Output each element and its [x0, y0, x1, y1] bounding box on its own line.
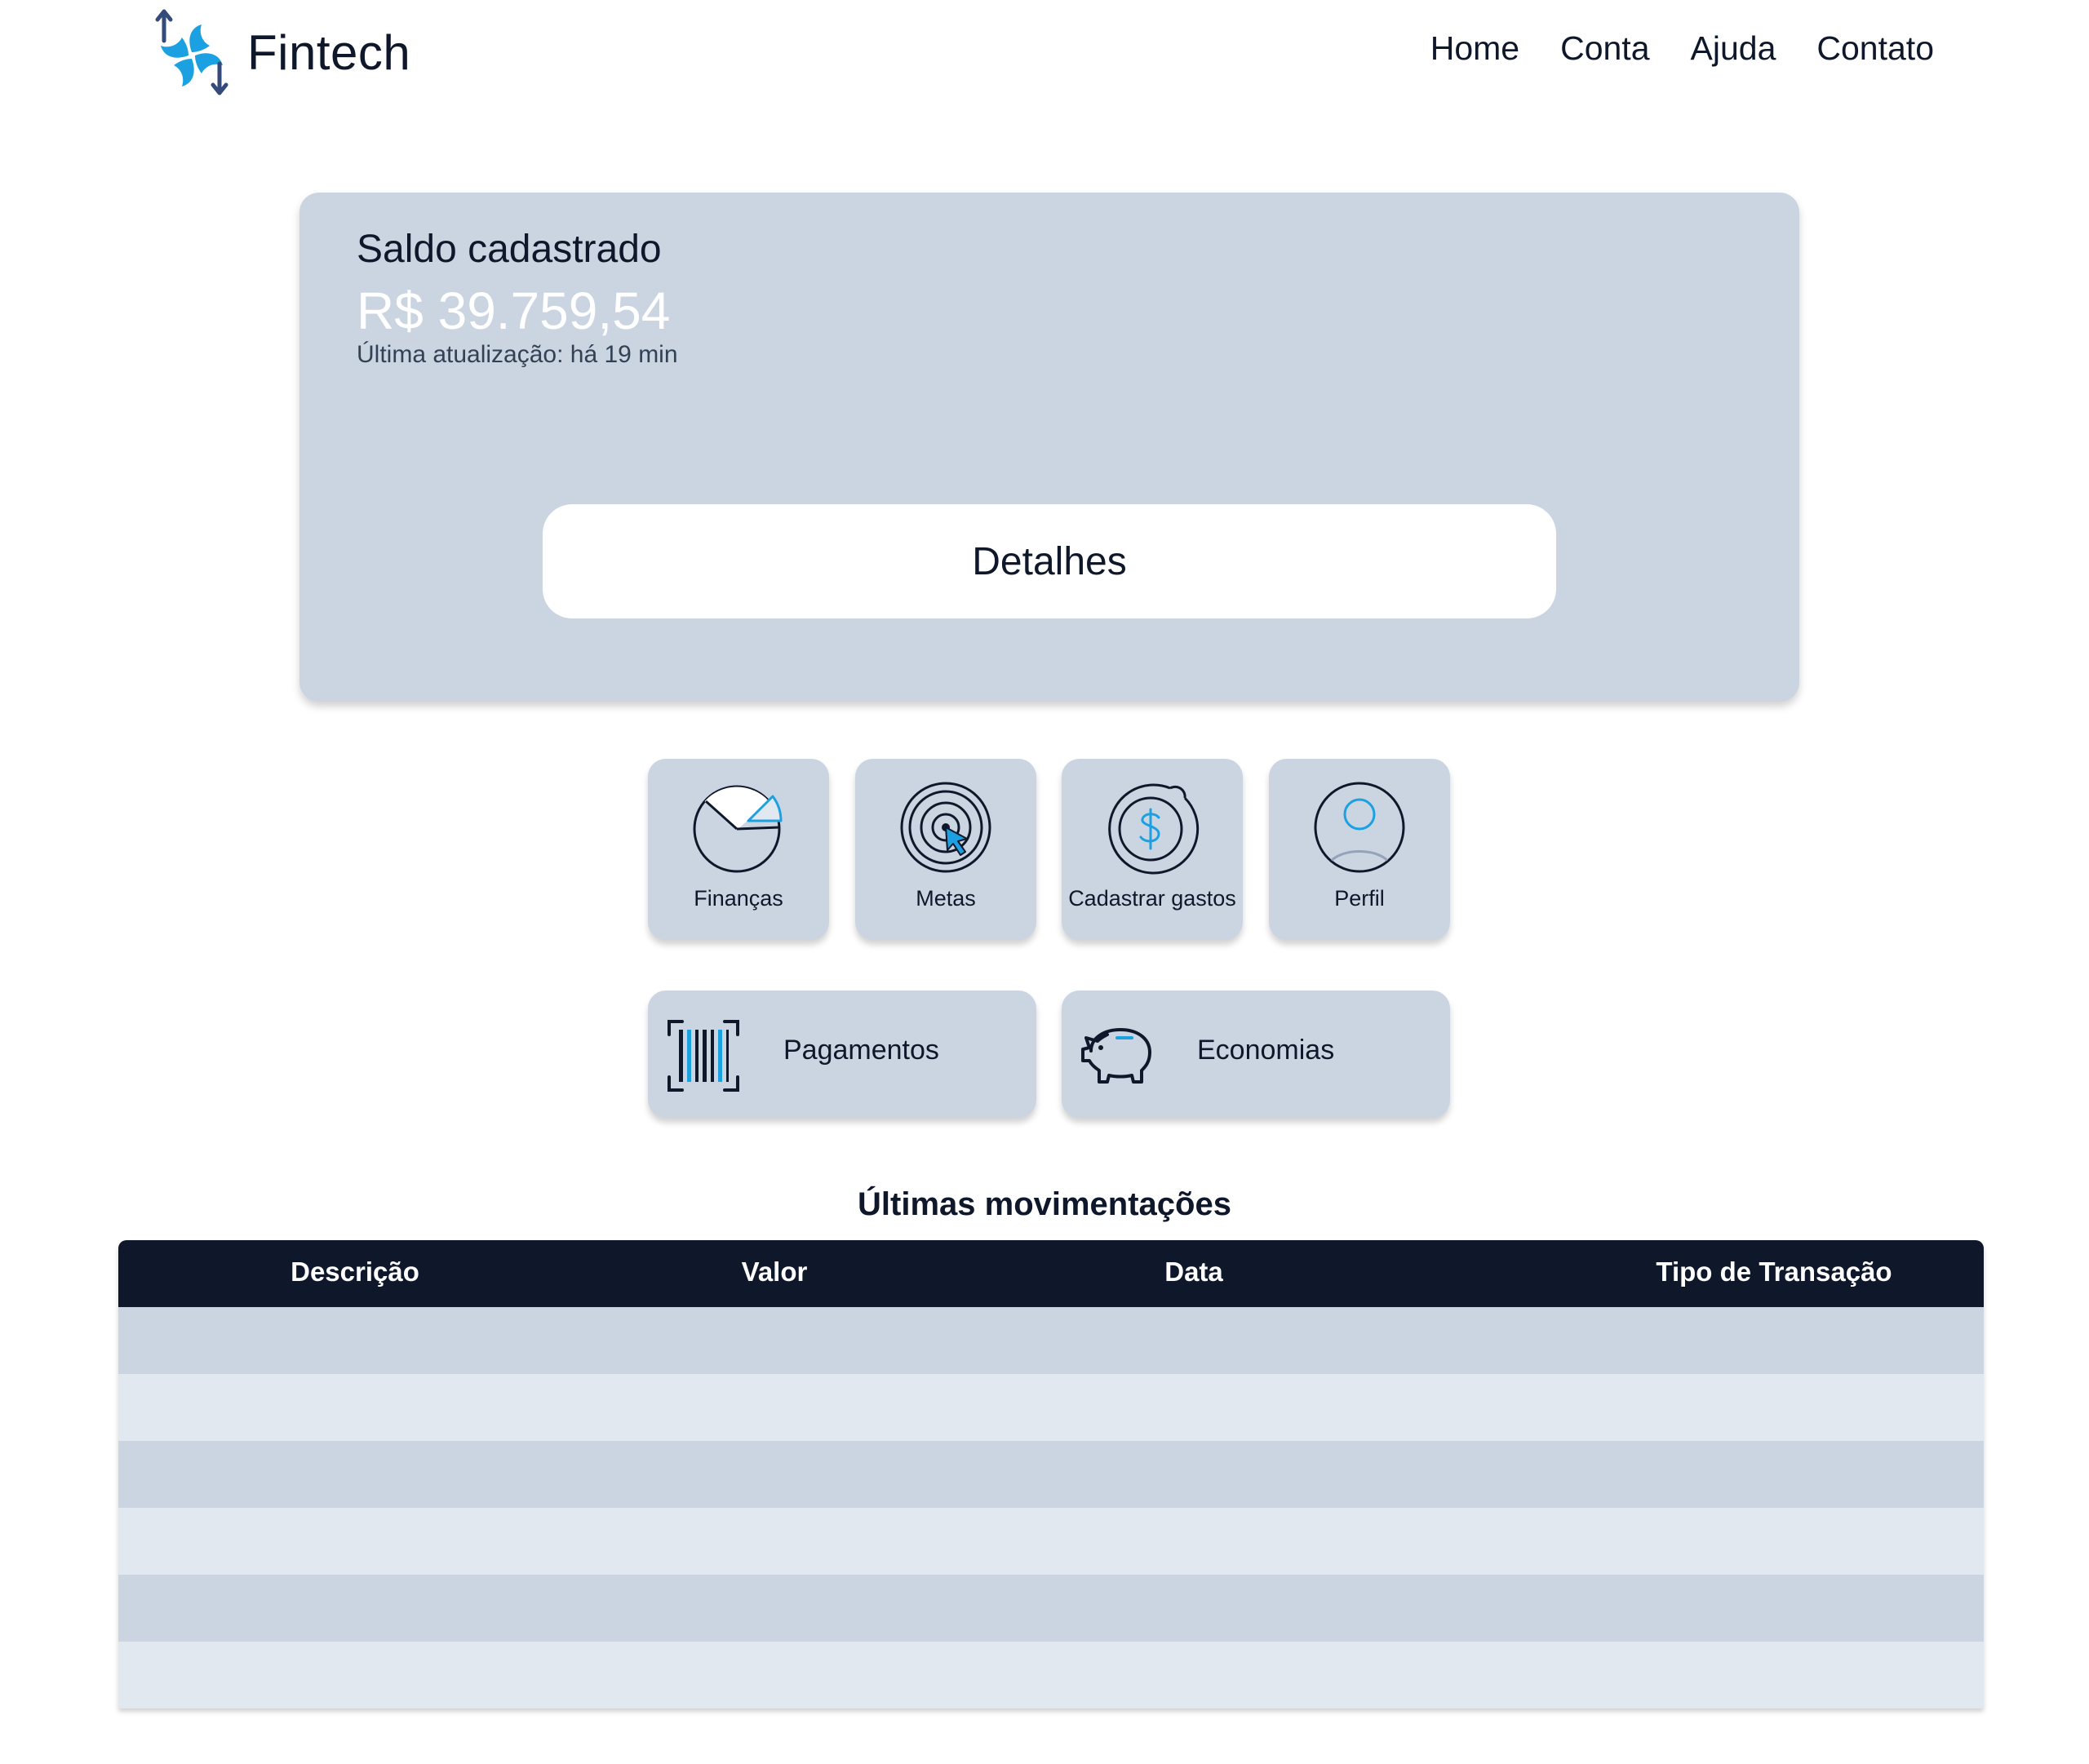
- tile-cadastrar-gastos-label: Cadastrar gastos: [1068, 886, 1236, 911]
- tile-pagamentos[interactable]: Pagamentos: [648, 991, 1036, 1118]
- balance-updated: Última atualização: há 19 min: [357, 341, 678, 368]
- table-row: [118, 1374, 1984, 1441]
- main-nav: Home Conta Ajuda Contato: [1430, 29, 1934, 68]
- nav-home[interactable]: Home: [1430, 29, 1519, 68]
- target-icon: [900, 782, 991, 873]
- dollar-circle-icon: [1108, 783, 1200, 875]
- tile-metas-label: Metas: [916, 886, 976, 911]
- tile-perfil-label: Perfil: [1334, 886, 1385, 911]
- brand-name: Fintech: [247, 24, 411, 80]
- column-header-valor[interactable]: Valor: [742, 1257, 808, 1288]
- pie-chart-icon: [693, 785, 783, 873]
- column-header-descricao[interactable]: Descrição: [291, 1257, 419, 1288]
- table-row: [118, 1441, 1984, 1508]
- table-header: Descrição Valor Data Tipo de Transação: [118, 1240, 1984, 1307]
- barcode-icon: [668, 1020, 739, 1092]
- header: Fintech Home Conta Ajuda Contato: [0, 0, 2089, 114]
- table-row: [118, 1307, 1984, 1374]
- logo-icon: [155, 9, 228, 95]
- tile-metas[interactable]: Metas: [855, 759, 1036, 940]
- column-header-tipo-transacao[interactable]: Tipo de Transação: [1656, 1257, 1892, 1288]
- tile-financas[interactable]: Finanças: [648, 759, 829, 940]
- details-button[interactable]: Detalhes: [543, 504, 1556, 618]
- movements-table: Descrição Valor Data Tipo de Transação: [118, 1240, 1984, 1709]
- nav-contato[interactable]: Contato: [1816, 29, 1934, 68]
- movements-title: Últimas movimentações: [858, 1186, 1231, 1222]
- user-icon: [1314, 782, 1405, 873]
- tile-cadastrar-gastos[interactable]: Cadastrar gastos: [1062, 759, 1243, 940]
- balance-title: Saldo cadastrado: [357, 228, 662, 271]
- nav-ajuda[interactable]: Ajuda: [1691, 29, 1776, 68]
- table-row: [118, 1575, 1984, 1642]
- logo[interactable]: Fintech: [151, 8, 410, 96]
- nav-conta[interactable]: Conta: [1560, 29, 1649, 68]
- piggy-bank-icon: [1081, 1028, 1151, 1084]
- table-row: [118, 1642, 1984, 1709]
- tile-economias[interactable]: Economias: [1062, 991, 1450, 1118]
- tile-perfil[interactable]: Perfil: [1269, 759, 1450, 940]
- table-row: [118, 1508, 1984, 1575]
- column-header-data[interactable]: Data: [1164, 1257, 1223, 1288]
- tile-financas-label: Finanças: [694, 886, 783, 911]
- tile-economias-label: Economias: [1197, 1035, 1335, 1066]
- balance-card: Saldo cadastrado R$ 39.759,54 Última atu…: [299, 193, 1799, 702]
- tile-pagamentos-label: Pagamentos: [783, 1035, 939, 1066]
- balance-value: R$ 39.759,54: [357, 281, 671, 340]
